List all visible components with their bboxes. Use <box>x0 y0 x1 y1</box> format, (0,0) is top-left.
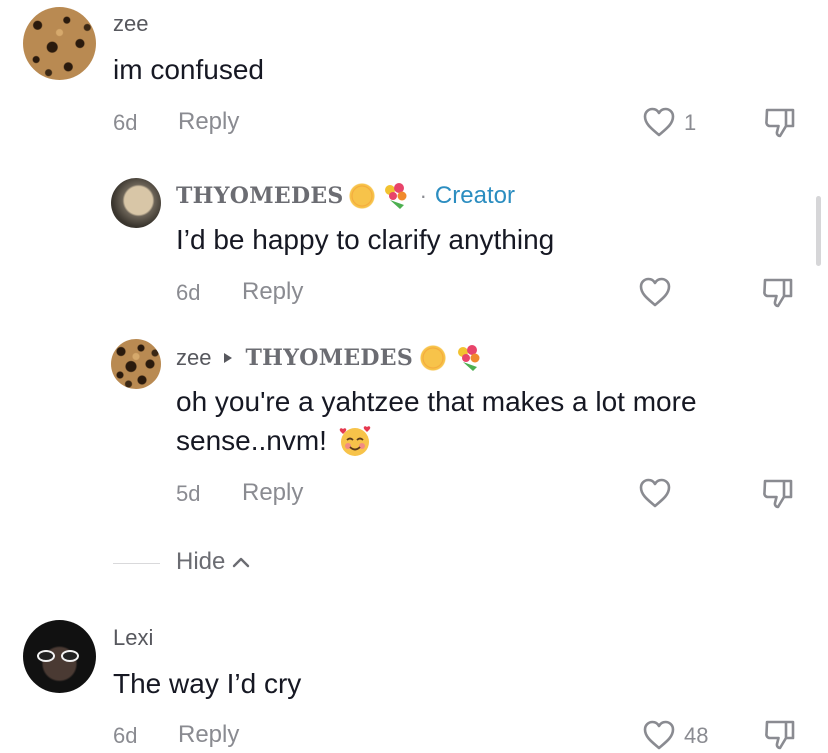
thumbs-down-outline-icon[interactable] <box>762 716 798 752</box>
avatar[interactable] <box>111 339 161 389</box>
avatar[interactable] <box>23 7 96 80</box>
comment-age: 6d <box>113 110 138 135</box>
sun-face-emoji <box>347 182 376 210</box>
creator-badge: Creator <box>434 182 515 209</box>
comment-username[interactable]: Lexi <box>113 627 153 649</box>
heart-outline-icon[interactable] <box>638 477 672 509</box>
comment-header: zee THYOMEDES <box>176 343 483 373</box>
comment-text: oh you're a yahtzee that makes a lot mor… <box>176 386 697 417</box>
heart-outline-icon[interactable] <box>642 106 676 138</box>
heart-outline-icon[interactable] <box>638 276 672 308</box>
comment-header: THYOMEDES · Creator <box>176 181 515 211</box>
comment-text: The way I’d cry <box>113 668 302 699</box>
scrollbar[interactable] <box>816 196 821 266</box>
thumbs-down-outline-icon[interactable] <box>760 475 796 511</box>
reply-button[interactable]: Reply <box>178 721 239 749</box>
comment-username[interactable]: THYOMEDES <box>176 183 344 209</box>
reply-button[interactable]: Reply <box>242 479 303 507</box>
comment-text: sense..nvm! <box>176 425 327 456</box>
bouquet-emoji <box>458 345 480 371</box>
hide-label: Hide <box>176 548 226 575</box>
reply-button[interactable]: Reply <box>242 278 303 306</box>
comment-age: 5d <box>176 481 201 506</box>
separator-dot: · <box>419 183 427 208</box>
avatar-glasses <box>37 650 81 662</box>
comment-text: im confused <box>113 54 264 85</box>
thumbs-down-outline-icon[interactable] <box>762 104 798 140</box>
chevron-up-icon <box>233 557 250 568</box>
reply-button[interactable]: Reply <box>178 108 239 136</box>
reply-to-username[interactable]: THYOMEDES <box>245 345 413 371</box>
like-count: 48 <box>684 723 709 748</box>
heart-outline-icon[interactable] <box>642 719 676 751</box>
comment-age: 6d <box>113 723 138 748</box>
comment-username[interactable]: zee <box>176 347 211 369</box>
replies-divider <box>113 563 160 564</box>
like-count: 1 <box>684 110 697 135</box>
comment-username[interactable]: zee <box>113 13 148 35</box>
bouquet-emoji <box>384 183 407 209</box>
comment-text-line2: sense..nvm! <box>176 422 373 460</box>
avatar[interactable] <box>111 178 161 228</box>
comment-age: 6d <box>176 280 201 305</box>
thumbs-down-outline-icon[interactable] <box>760 274 796 310</box>
hide-replies-button[interactable]: Hide <box>176 548 251 576</box>
avatar[interactable] <box>23 620 96 693</box>
comment-text: I’d be happy to clarify anything <box>176 224 555 255</box>
smiling-face-with-hearts-emoji <box>339 426 371 456</box>
play-triangle-icon <box>224 353 233 363</box>
sun-face-emoji <box>419 344 448 372</box>
